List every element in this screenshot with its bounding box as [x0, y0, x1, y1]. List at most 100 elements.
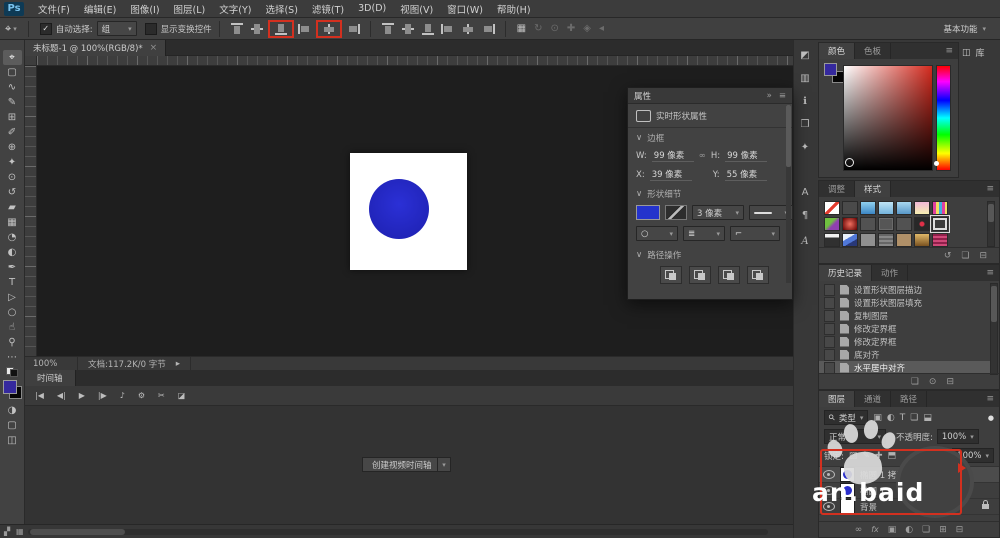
lasso-tool[interactable]: ∿ — [3, 80, 22, 95]
tab-paths[interactable]: 路径 — [891, 391, 928, 407]
move-tool[interactable]: ⌖ — [2, 50, 22, 65]
style-swatch[interactable] — [842, 201, 858, 215]
character-panel-icon[interactable]: A — [794, 187, 816, 198]
timeline-settings-icon[interactable]: ⚙ — [138, 391, 145, 400]
document-tab[interactable]: 未标题-1 @ 100%(RGB/8)* × — [25, 40, 167, 56]
horizontal-scrollbar-thumb[interactable] — [30, 529, 125, 535]
exclude-shapes-button[interactable] — [747, 266, 769, 284]
align-top-button[interactable] — [230, 22, 244, 35]
align-left-button[interactable] — [297, 23, 312, 35]
style-swatch[interactable] — [860, 233, 876, 247]
auto-align-layers-button[interactable]: ▦ — [517, 23, 526, 34]
tab-layers[interactable]: 图层 — [819, 391, 856, 407]
new-group-icon[interactable]: ❏ — [922, 525, 930, 535]
filter-toggle[interactable]: ● — [988, 414, 994, 422]
delete-layer-icon[interactable]: ⊟ — [956, 525, 964, 535]
stroke-color-swatch[interactable] — [665, 205, 687, 220]
path-select-tool[interactable]: ▷ — [3, 290, 22, 305]
style-swatch[interactable] — [824, 233, 840, 247]
tab-swatches[interactable]: 色板 — [855, 43, 892, 59]
history-brush-tool[interactable]: ↺ — [3, 185, 22, 200]
section-chevron-icon[interactable]: ∨ — [636, 189, 642, 199]
history-step[interactable]: 设置形状图层描边 — [819, 283, 991, 296]
collapsed-panel-icon-2[interactable]: ▥ — [794, 73, 816, 84]
new-style-icon[interactable]: ❏ — [961, 251, 969, 261]
align-vertical-center-button[interactable] — [250, 23, 264, 35]
libraries-collapsed-panel[interactable]: ◫ 库 — [962, 46, 985, 60]
style-swatch[interactable] — [914, 201, 930, 215]
menu-3d[interactable]: 3D(D) — [358, 3, 386, 14]
distribute-left-button[interactable] — [440, 23, 455, 35]
width-field[interactable]: 99 像素 — [651, 149, 694, 162]
eraser-tool[interactable]: ▰ — [3, 200, 22, 215]
foreground-color-swatch[interactable] — [2, 380, 17, 394]
transition-icon[interactable]: ◪ — [178, 391, 186, 400]
timeline-tab[interactable]: 时间轴 — [25, 370, 76, 386]
auto-select-dropdown[interactable]: 组 ▾ — [96, 21, 137, 36]
type-tool[interactable]: T — [3, 275, 22, 290]
create-video-timeline-button[interactable]: 创建视频时间轴 — [362, 457, 442, 472]
gradient-tool[interactable]: ▦ — [3, 215, 22, 230]
properties-scrollbar[interactable] — [786, 105, 791, 283]
style-swatch[interactable] — [842, 217, 858, 231]
distribute-top-button[interactable] — [381, 22, 395, 35]
filter-shape-layers-icon[interactable]: ❏ — [910, 413, 918, 423]
filter-smart-objects-icon[interactable]: ⬓ — [923, 413, 932, 423]
stroke-corner-dropdown[interactable]: ⌐ ▾ — [730, 226, 780, 241]
combine-shapes-button[interactable] — [660, 266, 682, 284]
tab-styles[interactable]: 样式 — [855, 181, 892, 197]
distribute-bottom-button[interactable] — [421, 23, 435, 35]
shape-tool[interactable]: ○ — [3, 305, 22, 320]
align-bottom-button[interactable] — [274, 23, 288, 35]
play-icon[interactable]: ▶ — [79, 391, 85, 400]
style-swatch[interactable] — [824, 217, 840, 231]
audio-icon[interactable]: ♪ — [120, 391, 125, 400]
clear-style-icon[interactable]: ↺ — [944, 251, 952, 261]
stroke-width-dropdown[interactable]: 3 像素 ▾ — [692, 205, 744, 220]
history-step[interactable]: 修改定界框 — [819, 335, 991, 348]
style-swatch[interactable] — [914, 233, 930, 247]
stroke-align-dropdown[interactable]: ○ ▾ — [636, 226, 678, 241]
show-transform-checkbox[interactable] — [144, 22, 157, 35]
collapsed-panel-icon-1[interactable]: ◩ — [794, 50, 816, 61]
opacity-value[interactable]: 100% ▾ — [936, 429, 979, 444]
foreground-background-swatches[interactable] — [2, 380, 22, 399]
timeline-corner-icon-1[interactable]: ▞ — [4, 527, 10, 536]
styles-scrollbar[interactable] — [987, 201, 995, 247]
hue-slider[interactable] — [934, 65, 951, 171]
workspace-switcher[interactable]: 基本功能 ▾ — [943, 23, 986, 35]
align-horizontal-center-button[interactable] — [322, 23, 336, 35]
panel-menu-icon[interactable]: ≡ — [779, 91, 786, 101]
style-swatch[interactable] — [932, 233, 948, 247]
panel-menu-icon[interactable]: ≡ — [986, 268, 994, 278]
distribute-vertical-center-button[interactable] — [401, 23, 415, 35]
adjustment-layer-icon[interactable]: ◐ — [905, 525, 913, 535]
subtract-shape-button[interactable] — [689, 266, 711, 284]
history-step[interactable]: 底对齐 — [819, 348, 991, 361]
split-clip-icon[interactable]: ✂ — [158, 391, 165, 400]
edit-toolbar-ellipsis[interactable]: ⋯ — [3, 350, 22, 365]
move-tool-badge[interactable]: ⌖ ▾ — [5, 22, 17, 36]
x-field[interactable]: 39 像素 — [649, 168, 692, 181]
menu-image[interactable]: 图像(I) — [130, 2, 159, 16]
previous-frame-icon[interactable]: ◀| — [57, 391, 66, 400]
tab-adjustments[interactable]: 调整 — [819, 181, 856, 197]
style-swatch-selected[interactable] — [930, 215, 950, 233]
spot-heal-tool[interactable]: ⊕ — [3, 140, 22, 155]
next-frame-icon[interactable]: |▶ — [98, 391, 107, 400]
color-panel-swatches[interactable] — [824, 63, 844, 83]
eyedropper-tool[interactable]: ✐ — [3, 125, 22, 140]
dodge-tool[interactable]: ◐ — [3, 245, 22, 260]
create-video-timeline-dropdown[interactable]: ▾ — [437, 457, 451, 472]
section-chevron-icon[interactable]: ∨ — [636, 133, 642, 143]
collapse-panel-icon[interactable]: » — [767, 91, 772, 101]
style-swatch[interactable] — [914, 217, 930, 231]
style-swatch[interactable] — [896, 201, 912, 215]
delete-state-icon[interactable]: ⊟ — [946, 377, 954, 387]
blur-tool[interactable]: ◔ — [3, 230, 22, 245]
align-right-button[interactable] — [346, 23, 360, 35]
style-swatch[interactable] — [878, 201, 894, 215]
link-layers-icon[interactable]: ∞ — [855, 525, 863, 535]
brush-tool[interactable]: ✦ — [3, 155, 22, 170]
close-tab-icon[interactable]: × — [150, 43, 158, 53]
